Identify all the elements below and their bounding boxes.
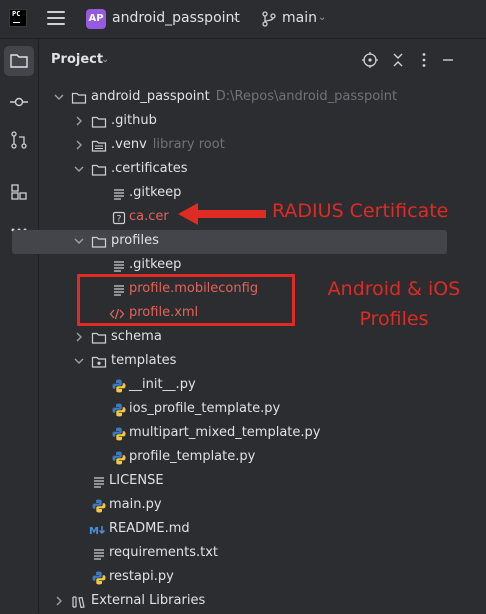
chevron-down-icon[interactable]: ⌄ — [318, 12, 326, 23]
tree-row-templates[interactable]: templates — [0, 350, 447, 374]
chevron-down-icon[interactable]: ⌄ — [231, 12, 239, 23]
python-file-icon — [112, 403, 126, 417]
annotation-line-1: Android & iOS — [327, 278, 461, 300]
tree-label: __init__.py — [129, 377, 196, 392]
tree-label: ca.cer — [129, 209, 169, 224]
tree-row-profile-template[interactable]: profile_template.py — [0, 446, 447, 470]
tree-row-root[interactable]: android_passpoint D:\Repos\android_passpo… — [0, 86, 447, 110]
tree-row-license[interactable]: LICENSE — [0, 470, 447, 494]
chevron-right-icon[interactable] — [54, 596, 64, 606]
title-bar: PC AP android_passpoint ⌄ main ⌄ — [0, 0, 486, 39]
tree-label: main.py — [109, 497, 162, 512]
branch-switcher[interactable]: main — [282, 10, 317, 26]
tree-label: profile_template.py — [129, 449, 256, 464]
text-file-icon — [94, 477, 104, 488]
tree-label: .gitkeep — [129, 185, 182, 200]
tree-row-multipart-template[interactable]: multipart_mixed_template.py — [0, 422, 447, 446]
text-file-icon — [114, 189, 124, 200]
logo-text: PC — [12, 10, 21, 18]
chevron-right-icon[interactable] — [74, 140, 84, 150]
tree-row-restapi[interactable]: restapi.py — [0, 566, 447, 590]
main-menu-icon[interactable] — [47, 11, 65, 27]
tree-label: android_passpoint D:\Repos\android_passpo… — [91, 89, 398, 104]
markdown-file-icon: M — [89, 526, 106, 537]
tree-row-profiles[interactable]: profiles — [12, 230, 447, 254]
text-file-icon — [94, 549, 104, 560]
tree-label: .certificates — [111, 161, 188, 176]
tree-row-certificates[interactable]: .certificates — [0, 158, 447, 182]
tree-label: templates — [111, 353, 177, 368]
tree-row-github[interactable]: .github — [0, 110, 447, 134]
tree-row-readme[interactable]: M README.md — [0, 518, 447, 542]
unknown-file-icon: ? — [112, 211, 126, 225]
python-file-icon — [92, 571, 106, 585]
chevron-down-icon[interactable] — [74, 236, 84, 246]
project-switcher[interactable]: android_passpoint — [112, 10, 240, 26]
tree-row-venv[interactable]: .venv library root — [0, 134, 447, 158]
folder-icon — [71, 92, 87, 104]
tree-label: ios_profile_template.py — [129, 401, 281, 416]
panel-title[interactable]: Project — [51, 52, 103, 67]
tree-row-requirements[interactable]: requirements.txt — [0, 542, 447, 566]
tree-row-external-libraries[interactable]: External Libraries — [0, 590, 447, 614]
svg-text:M: M — [89, 526, 99, 537]
library-icon — [72, 596, 85, 609]
tree-label: LICENSE — [109, 473, 164, 488]
folder-icon — [91, 236, 107, 248]
tree-label: schema — [111, 329, 162, 344]
library-root-hint: library root — [152, 137, 225, 152]
folder-icon — [10, 54, 28, 68]
tree-label: multipart_mixed_template.py — [129, 425, 321, 440]
chevron-down-icon[interactable] — [74, 164, 84, 174]
text-file-icon — [114, 261, 124, 272]
chevron-down-icon[interactable] — [74, 356, 84, 366]
annotation-highlight-box — [77, 274, 295, 326]
pycharm-logo-icon: PC — [9, 9, 27, 27]
tree-row-init-py[interactable]: __init__.py — [0, 374, 447, 398]
chevron-right-icon[interactable] — [74, 332, 84, 342]
tree-label: .gitkeep — [129, 257, 182, 272]
path-hint: D:\Repos\android_passpoint — [215, 89, 398, 104]
tree-label: .github — [111, 113, 157, 128]
chevron-right-icon[interactable] — [74, 116, 84, 126]
folder-icon — [91, 332, 107, 344]
package-folder-icon — [91, 356, 107, 368]
tree-label: profiles — [111, 233, 159, 248]
annotation-radius-certificate: RADIUS Certificate — [272, 200, 449, 222]
annotation-arrow — [178, 203, 266, 225]
tree-row-main-py[interactable]: main.py — [0, 494, 447, 518]
minimize-icon[interactable] — [439, 51, 457, 69]
folder-icon — [91, 164, 107, 176]
tree-label: requirements.txt — [109, 545, 219, 560]
branch-icon[interactable] — [262, 11, 276, 27]
annotation-android-ios-profiles: Android & iOS Profiles — [308, 274, 480, 334]
chevron-down-icon[interactable] — [54, 92, 64, 102]
locate-file-icon[interactable] — [361, 51, 379, 69]
tree-label: .venv library root — [111, 137, 225, 152]
tree-label: External Libraries — [91, 593, 206, 608]
chevron-down-icon[interactable]: ⌄ — [101, 54, 109, 65]
annotation-line-2: Profiles — [359, 308, 429, 330]
folder-icon — [91, 116, 107, 128]
project-tool-button[interactable] — [4, 46, 34, 76]
python-file-icon — [92, 499, 106, 513]
python-file-icon — [112, 451, 126, 465]
panel-header: Project ⌄ — [39, 39, 486, 81]
tree-row-ios-template[interactable]: ios_profile_template.py — [0, 398, 447, 422]
tree-label: README.md — [109, 521, 190, 536]
python-file-icon — [112, 427, 126, 441]
tree-label: restapi.py — [109, 569, 174, 584]
expand-all-icon[interactable] — [389, 51, 407, 69]
svg-text:?: ? — [117, 215, 122, 225]
options-icon[interactable] — [415, 51, 433, 69]
project-badge[interactable]: AP — [86, 9, 106, 29]
library-folder-icon — [91, 140, 107, 152]
python-file-icon — [112, 379, 126, 393]
